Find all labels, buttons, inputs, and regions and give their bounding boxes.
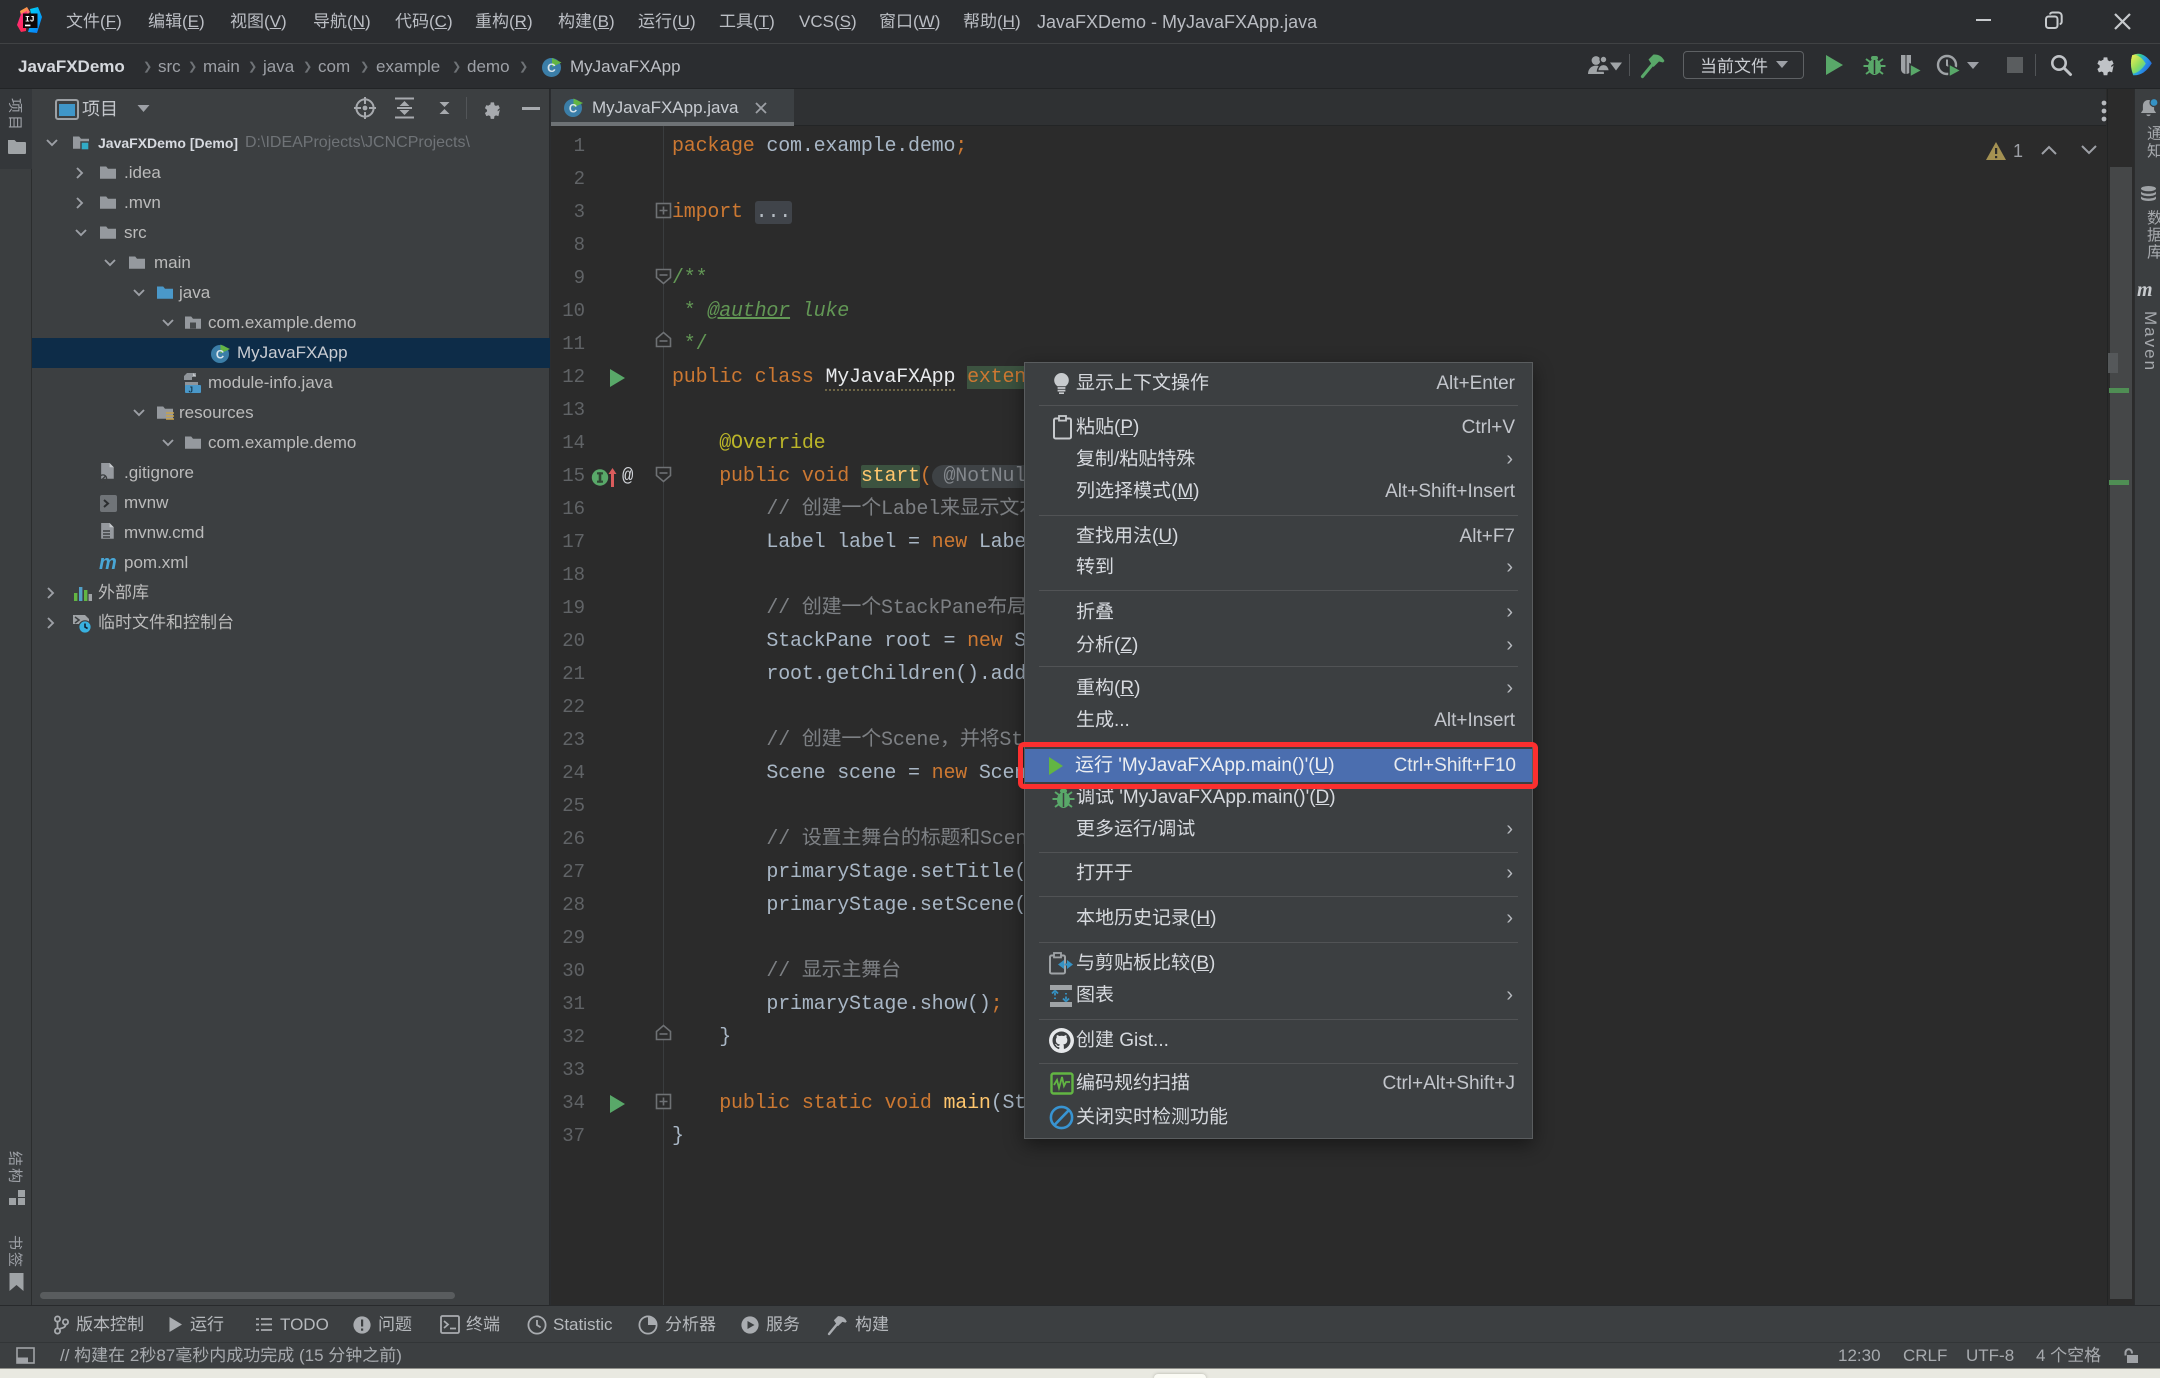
svg-text:J: J xyxy=(189,386,193,395)
svg-text:IJ: IJ xyxy=(25,16,35,25)
svg-text:C: C xyxy=(216,350,224,362)
svg-text:C: C xyxy=(547,61,556,75)
svg-text:C: C xyxy=(569,104,577,116)
